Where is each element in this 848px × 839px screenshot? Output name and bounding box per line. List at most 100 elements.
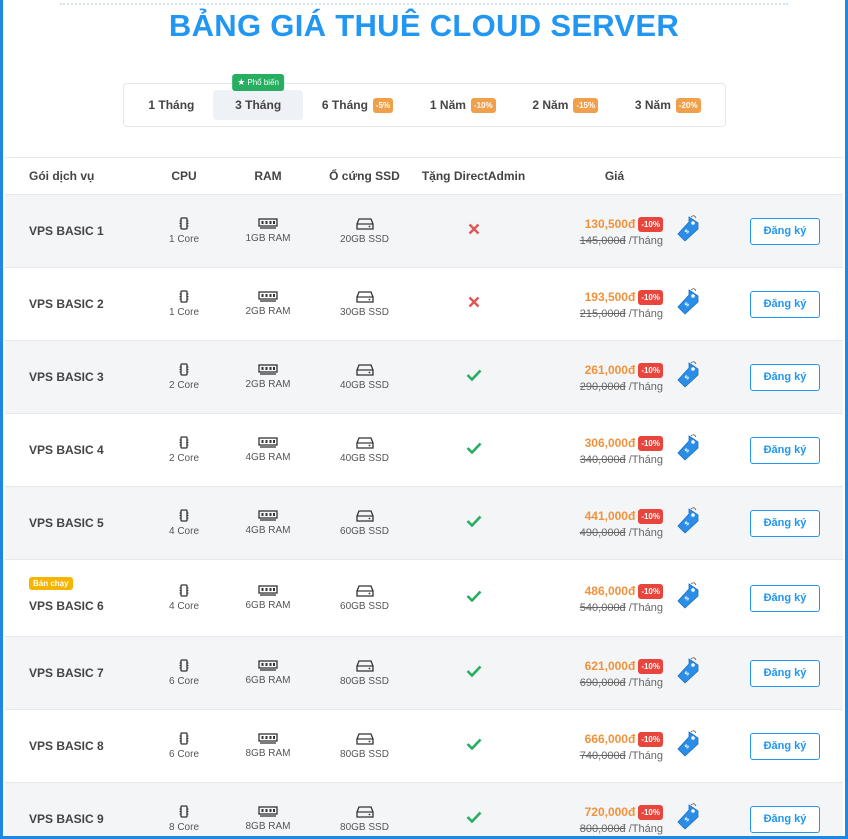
ram-value: 2GB RAM — [245, 379, 291, 390]
price-discount-badge: -10% — [638, 362, 663, 378]
cpu-icon — [179, 732, 189, 745]
old-price-line: 490,000đ /Tháng — [580, 527, 663, 539]
plan-name: VPS BASIC 6 — [29, 599, 104, 613]
current-price: 261,000đ — [584, 363, 636, 378]
register-button[interactable]: Đăng ký — [750, 217, 820, 245]
price-box: 486,000đ -10% 540,000đ /Tháng — [579, 583, 663, 614]
tab-period-4[interactable]: 2 Năm -15% — [514, 90, 616, 120]
directadmin-cell — [411, 222, 536, 240]
ssd-value: 80GB SSD — [340, 821, 389, 833]
directadmin-cell — [411, 810, 536, 828]
plan-name-cell: VPS BASIC 9 — [5, 812, 150, 826]
plan-name-cell: VPS BASIC 3 — [5, 370, 150, 384]
ram-spec: 2GB RAM — [218, 291, 318, 317]
ram-spec: 4GB RAM — [218, 437, 318, 463]
tab-period-3[interactable]: 1 Năm -10% — [412, 90, 514, 120]
ssd-icon — [355, 436, 374, 449]
ssd-spec: 60GB SSD — [318, 584, 411, 612]
price-tag-cell: $ — [663, 360, 713, 394]
table-row: VPS BASIC 5 4 Core 4GB RAM 60GB SSD 441,000đ… — [5, 487, 843, 560]
plan-name: VPS BASIC 9 — [29, 812, 104, 826]
tab-discount-badge: -5% — [372, 97, 394, 113]
register-button[interactable]: Đăng ký — [750, 436, 820, 464]
check-icon — [466, 737, 482, 754]
old-price-line: 290,000đ /Tháng — [580, 381, 663, 393]
old-price-line: 145,000đ /Tháng — [580, 235, 663, 247]
cpu-value: 2 Core — [168, 453, 199, 464]
ram-spec: 6GB RAM — [218, 585, 318, 611]
register-cell: Đăng ký — [713, 217, 843, 245]
price-discount-badge: -10% — [638, 508, 663, 524]
ram-icon — [258, 806, 278, 817]
cpu-spec: 2 Core — [150, 363, 218, 391]
price-tag-cell: $ — [663, 287, 713, 321]
cpu-cell: 1 Core — [150, 217, 218, 245]
price-box: 441,000đ -10% 490,000đ /Tháng — [580, 508, 663, 539]
tab-label: 1 Năm — [429, 98, 466, 112]
ssd-value: 20GB SSD — [340, 233, 389, 245]
check-icon — [466, 514, 482, 531]
ssd-cell: 60GB SSD — [318, 584, 411, 612]
price-box: 193,500đ -10% 215,000đ /Tháng — [580, 289, 663, 320]
cpu-cell: 2 Core — [150, 363, 218, 391]
tab-period-2[interactable]: 6 Tháng -5% — [304, 90, 411, 120]
old-price-line: 215,000đ /Tháng — [580, 308, 663, 320]
ram-value: 8GB RAM — [245, 748, 291, 759]
ssd-cell: 60GB SSD — [318, 509, 411, 537]
ram-spec: 2GB RAM — [218, 364, 318, 390]
pricing-table: Gói dịch vụ CPU RAM Ổ cứng SSD Tặng Dire… — [5, 157, 843, 839]
directadmin-cell — [411, 589, 536, 607]
register-cell: Đăng ký — [713, 436, 843, 464]
period-suffix: /Tháng — [628, 526, 663, 539]
register-button[interactable]: Đăng ký — [750, 290, 820, 318]
tab-period-0[interactable]: 1 Tháng — [130, 90, 212, 120]
register-button[interactable]: Đăng ký — [750, 363, 820, 391]
register-button[interactable]: Đăng ký — [750, 805, 820, 833]
current-price-line: 306,000đ -10% — [584, 435, 663, 451]
old-price-line: 740,000đ /Tháng — [580, 750, 663, 762]
ssd-value: 40GB SSD — [340, 379, 389, 391]
cpu-value: 1 Core — [168, 234, 199, 245]
current-price-line: 621,000đ -10% — [585, 658, 663, 674]
directadmin-cell — [411, 295, 536, 313]
ram-value: 6GB RAM — [245, 600, 291, 611]
price-box: 720,000đ -10% 800,000đ /Tháng — [580, 804, 663, 835]
cpu-icon — [179, 290, 189, 303]
ssd-icon — [355, 290, 374, 303]
check-icon — [466, 664, 482, 681]
register-cell: Đăng ký — [713, 659, 843, 687]
price-box: 666,000đ -10% 740,000đ /Tháng — [580, 731, 663, 762]
check-icon — [466, 589, 482, 606]
tab-period-1[interactable]: ★ Phổ biến 3 Tháng — [213, 74, 304, 120]
old-price: 540,000đ — [579, 601, 626, 614]
ssd-spec: 80GB SSD — [318, 805, 411, 833]
ssd-spec: 40GB SSD — [318, 436, 411, 464]
cpu-icon — [179, 363, 189, 376]
register-button[interactable]: Đăng ký — [750, 584, 820, 612]
tab-period-5[interactable]: 3 Năm -20% — [617, 90, 719, 120]
tab-discount-badge: -20% — [675, 97, 701, 113]
ram-spec: 4GB RAM — [218, 510, 318, 536]
price-cell: 130,500đ -10% 145,000đ /Tháng — [536, 215, 663, 247]
price-tag-icon: $ — [676, 506, 700, 539]
popular-badge-label: Phổ biến — [247, 78, 279, 87]
star-icon: ★ — [237, 77, 246, 87]
cpu-spec: 4 Core — [150, 584, 218, 612]
plan-name: VPS BASIC 1 — [29, 224, 104, 238]
price-tag-cell: $ — [663, 656, 713, 690]
cpu-cell: 4 Core — [150, 509, 218, 537]
register-button[interactable]: Đăng ký — [750, 732, 820, 760]
current-price: 306,000đ — [584, 436, 636, 451]
register-button[interactable]: Đăng ký — [750, 509, 820, 537]
price-cell: 441,000đ -10% 490,000đ /Tháng — [536, 507, 663, 539]
plan-name: VPS BASIC 4 — [29, 443, 104, 457]
check-icon — [466, 441, 482, 458]
register-button[interactable]: Đăng ký — [750, 659, 820, 687]
tab-label: 2 Năm — [532, 98, 569, 112]
period-suffix: /Tháng — [628, 676, 663, 689]
price-cell: 261,000đ -10% 290,000đ /Tháng — [536, 361, 663, 393]
ssd-cell: 80GB SSD — [318, 732, 411, 760]
directadmin-cell — [411, 514, 536, 532]
price-cell: 306,000đ -10% 340,000đ /Tháng — [536, 434, 663, 466]
tab-label: 3 Tháng — [235, 98, 282, 112]
